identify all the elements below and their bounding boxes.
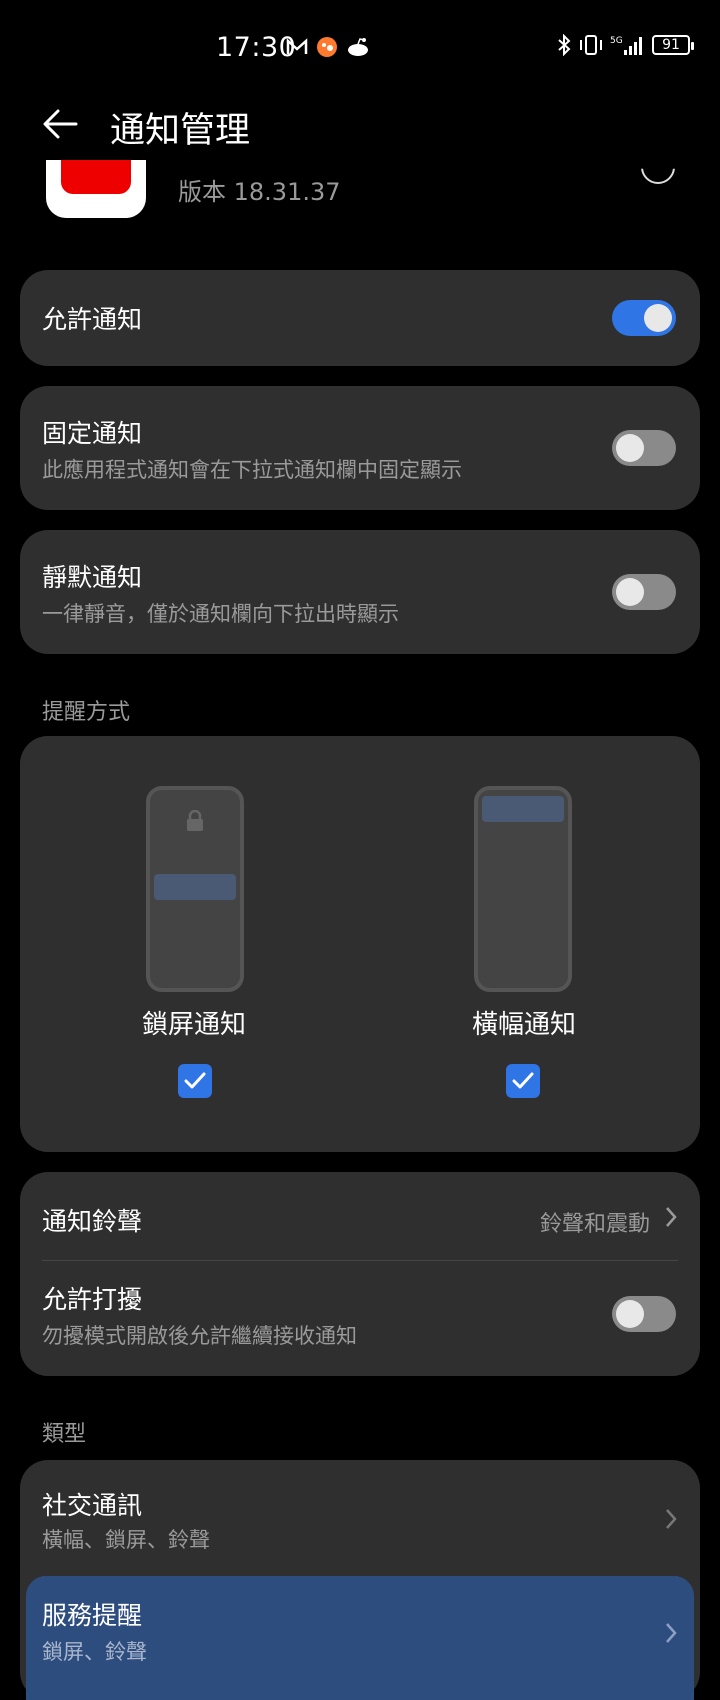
type-item-title: 服務提醒	[42, 1601, 143, 1630]
sound-dnd-card: 通知鈴聲 鈴聲和震動 允許打擾 勿擾模式開啟後允許繼續接收通知	[20, 1172, 700, 1376]
notification-sound-label: 通知鈴聲	[42, 1207, 143, 1236]
lockscreen-notification-label: 鎖屏通知	[141, 1010, 246, 1040]
youtube-logo-icon	[61, 160, 131, 194]
type-item-social[interactable]: 社交通訊 橫幅、鎖屏、鈴聲	[20, 1460, 700, 1576]
top-app-bar: 通知管理	[0, 96, 720, 156]
pinned-notifications-toggle[interactable]	[612, 430, 676, 466]
vibrate-icon	[580, 35, 602, 55]
app-fox-icon	[317, 37, 337, 57]
type-item-subtitle: 鎖屏、鈴聲	[42, 1640, 147, 1664]
types-section-label: 類型	[42, 1422, 87, 1447]
toggle-knob	[616, 1300, 644, 1328]
svg-text:5G: 5G	[610, 36, 623, 46]
allow-interruptions-row[interactable]: 允許打擾 勿擾模式開啟後允許繼續接收通知	[20, 1260, 700, 1376]
checkmark-icon	[512, 1072, 534, 1089]
status-time: 17:30	[216, 32, 297, 63]
battery-icon: 91	[652, 35, 694, 55]
notification-sound-value: 鈴聲和震動	[539, 1212, 650, 1237]
status-system-icons: 5G 91	[556, 34, 694, 56]
app-icon	[46, 160, 146, 218]
allow-notifications-row[interactable]: 允許通知	[20, 270, 700, 366]
battery-level: 91	[662, 37, 680, 53]
signal-5g-icon: 5G	[610, 36, 642, 55]
bluetooth-icon	[558, 34, 571, 56]
allow-interruptions-toggle[interactable]	[612, 1296, 676, 1332]
notification-bar-illustration	[154, 874, 236, 900]
types-card: 社交通訊 橫幅、鎖屏、鈴聲 服務提醒 鎖屏、鈴聲	[20, 1460, 700, 1700]
banner-preview[interactable]	[474, 786, 572, 992]
chevron-right-icon	[666, 1509, 677, 1529]
alert-style-section-label: 提醒方式	[42, 700, 131, 725]
pinned-notifications-row[interactable]: 固定通知 此應用程式通知會在下拉式通知欄中固定顯示	[20, 386, 700, 510]
mail-icon	[286, 38, 308, 54]
notification-sound-row[interactable]: 通知鈴聲 鈴聲和震動	[20, 1172, 700, 1260]
chevron-right-icon	[666, 1207, 677, 1227]
pinned-notifications-description: 此應用程式通知會在下拉式通知欄中固定顯示	[42, 458, 462, 482]
reddit-icon	[348, 38, 368, 56]
type-item-title: 社交通訊	[42, 1491, 143, 1520]
toggle-knob	[616, 578, 644, 606]
app-version: 版本 18.31.37	[178, 178, 341, 206]
allow-notifications-toggle[interactable]	[612, 300, 676, 336]
back-button[interactable]	[40, 106, 84, 146]
silent-notifications-description: 一律靜音，僅於通知欄向下拉出時顯示	[42, 602, 399, 626]
banner-notification-label: 橫幅通知	[471, 1010, 576, 1040]
checkmark-icon	[184, 1072, 206, 1089]
toggle-knob	[616, 434, 644, 462]
status-bar: 17:30 5G 91	[0, 0, 720, 96]
toggle-knob	[644, 304, 672, 332]
allow-interruptions-label: 允許打擾	[42, 1285, 143, 1314]
silent-notifications-row[interactable]: 靜默通知 一律靜音，僅於通知欄向下拉出時顯示	[20, 530, 700, 654]
alert-style-card: 鎖屏通知 橫幅通知	[20, 736, 700, 1152]
chevron-right-icon	[666, 1623, 677, 1643]
lockscreen-preview[interactable]	[146, 786, 244, 992]
page-title: 通知管理	[110, 111, 251, 151]
notification-bar-illustration	[482, 796, 564, 822]
pinned-notifications-label: 固定通知	[42, 419, 143, 448]
lock-icon	[187, 810, 203, 831]
silent-notifications-toggle[interactable]	[612, 574, 676, 610]
allow-notifications-label: 允許通知	[42, 305, 143, 334]
type-item-service[interactable]: 服務提醒 鎖屏、鈴聲	[26, 1576, 694, 1700]
silent-notifications-label: 靜默通知	[42, 563, 143, 592]
banner-notification-checkbox[interactable]	[506, 1064, 540, 1098]
status-notification-icons	[286, 36, 370, 58]
allow-interruptions-description: 勿擾模式開啟後允許繼續接收通知	[42, 1324, 357, 1348]
type-item-subtitle: 橫幅、鎖屏、鈴聲	[42, 1528, 210, 1552]
back-arrow-icon	[43, 109, 78, 139]
lockscreen-notification-checkbox[interactable]	[178, 1064, 212, 1098]
